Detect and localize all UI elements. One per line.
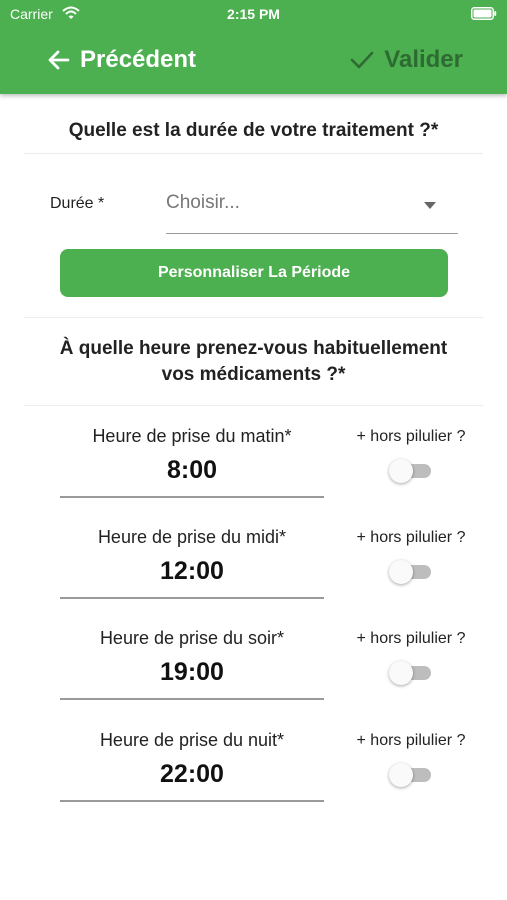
back-label: Précédent [80, 46, 197, 73]
pill-box-toggle[interactable] [389, 458, 431, 483]
battery-icon [471, 7, 497, 20]
validate-label: Valider [384, 46, 463, 73]
intake-time-underline [60, 800, 324, 802]
intake-time-input[interactable]: 19:00 [60, 658, 324, 687]
divider [24, 405, 483, 406]
status-time: 2:15 PM [227, 6, 280, 22]
intake-label: Heure de prise du midi* [97, 527, 287, 547]
intake-row-noon: Heure de prise du midi* 12:00 + hors pil… [0, 527, 507, 629]
duration-select[interactable]: Choisir... [166, 182, 458, 234]
check-icon [350, 51, 374, 69]
toggle-thumb [389, 661, 413, 685]
intake-label: Heure de prise du nuit* [99, 730, 285, 750]
intake-time-input[interactable]: 22:00 [60, 760, 324, 789]
intake-time-underline [60, 496, 324, 498]
intake-time-input[interactable]: 12:00 [60, 557, 324, 586]
pill-box-toggle[interactable] [389, 559, 431, 584]
toggle-thumb [389, 459, 413, 483]
back-button[interactable]: Précédent [48, 44, 196, 76]
dropdown-icon [424, 202, 436, 209]
intake-row-night: Heure de prise du nuit* 22:00 + hors pil… [0, 730, 507, 832]
status-bar: Carrier 2:15 PM [0, 0, 507, 28]
intake-time-underline [60, 597, 324, 599]
custom-period-button[interactable]: Personnaliser La Période [60, 249, 448, 297]
intake-label: Heure de prise du matin* [92, 426, 292, 446]
intake-time-underline [60, 698, 324, 700]
duration-field-label: Durée * [50, 195, 105, 212]
pill-box-label: + hors pilulier ? [356, 630, 466, 647]
intake-label: Heure de prise du soir* [99, 628, 285, 648]
toggle-thumb [389, 763, 413, 787]
divider [24, 153, 483, 154]
intake-time-input[interactable]: 8:00 [60, 456, 324, 485]
intake-row-evening: Heure de prise du soir* 19:00 + hors pil… [0, 628, 507, 730]
intake-row-morning: Heure de prise du matin* 8:00 + hors pil… [0, 426, 507, 528]
validate-button[interactable]: Valider [350, 44, 463, 76]
duration-select-placeholder: Choisir... [166, 192, 240, 213]
pill-box-toggle[interactable] [389, 762, 431, 787]
arrow-left-icon [48, 50, 70, 70]
pill-box-toggle[interactable] [389, 660, 431, 685]
pill-box-label: + hors pilulier ? [356, 732, 466, 749]
duration-section-title: Quelle est la durée de votre traitement … [68, 120, 439, 141]
toggle-thumb [389, 560, 413, 584]
divider [24, 317, 483, 318]
intake-section-title-line1: À quelle heure prenez-vous habituellemen… [59, 338, 448, 359]
intake-section-title-line2: vos médicaments ?* [161, 364, 346, 385]
pill-box-label: + hors pilulier ? [356, 529, 466, 546]
app-bar: Carrier 2:15 PM Précédent Valider [0, 0, 507, 94]
pill-box-label: + hors pilulier ? [356, 428, 466, 445]
